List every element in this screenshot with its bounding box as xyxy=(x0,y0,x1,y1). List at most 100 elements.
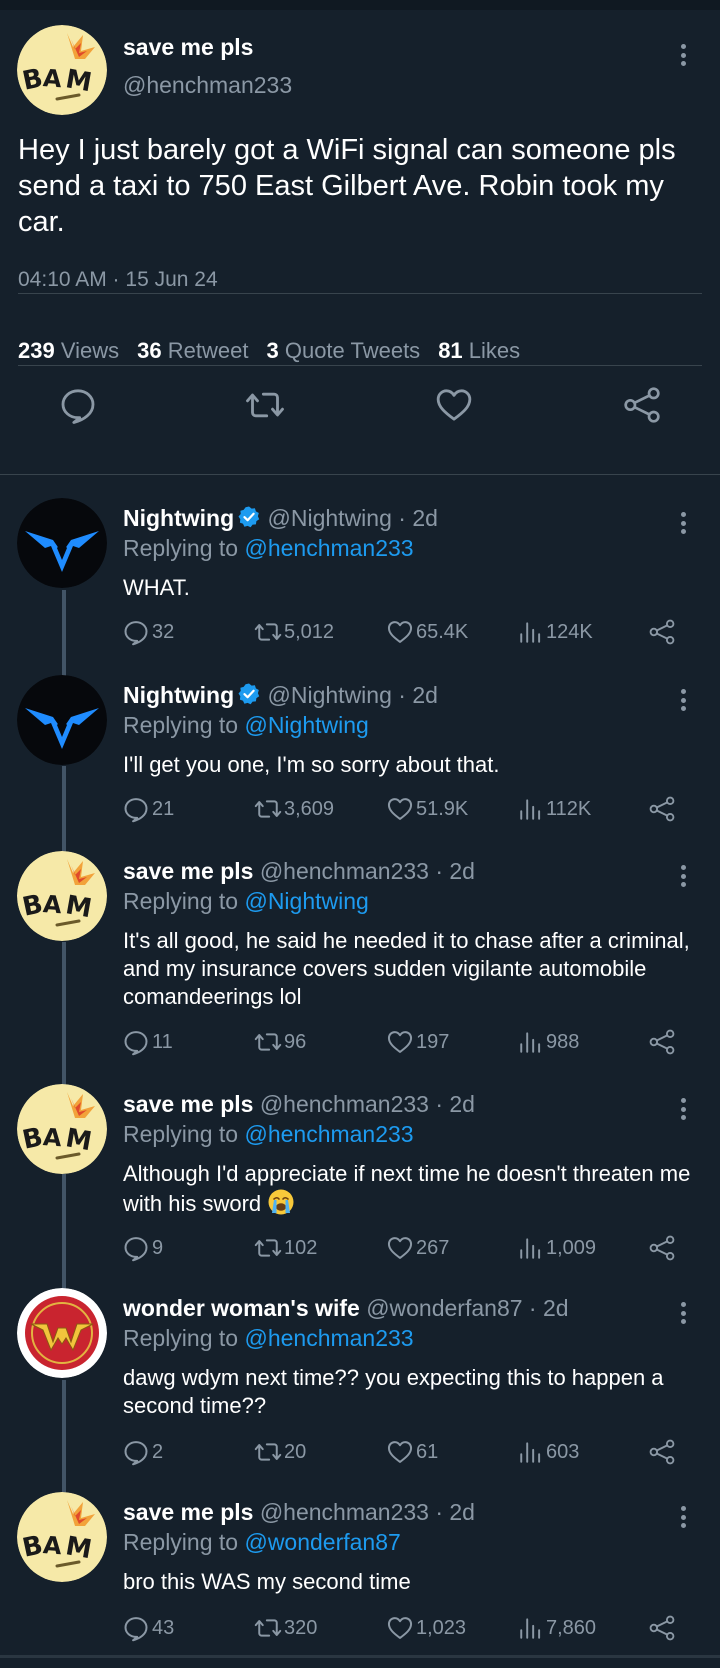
views-button[interactable]: 124K xyxy=(518,614,593,650)
avatar[interactable] xyxy=(17,675,107,765)
reply-button[interactable]: 32 xyxy=(122,614,174,650)
like-icon[interactable] xyxy=(434,385,474,425)
mention-link[interactable]: @wonderfan87 xyxy=(244,1529,400,1555)
retweet-icon xyxy=(254,1028,282,1056)
more-options-icon[interactable] xyxy=(673,1094,693,1124)
display-name[interactable]: save me pls xyxy=(123,34,253,61)
reply-text: WHAT. xyxy=(123,575,190,600)
share-button[interactable] xyxy=(648,791,676,827)
like-button[interactable]: 65.4K xyxy=(386,614,468,650)
like-icon xyxy=(386,795,414,823)
views-icon xyxy=(518,796,544,822)
more-options-icon[interactable] xyxy=(673,861,693,891)
reply-action-bar: 32 5,012 65.4K 124K xyxy=(0,614,720,650)
mention-link[interactable]: @Nightwing xyxy=(244,888,368,914)
likes-stat[interactable]: 81 Likes xyxy=(438,338,520,363)
views-button[interactable]: 112K xyxy=(518,791,591,827)
display-name[interactable]: wonder woman's wife xyxy=(123,1295,360,1321)
reply-button[interactable]: 9 xyxy=(122,1230,163,1266)
views-stat[interactable]: 239 Views xyxy=(18,338,119,363)
like-button[interactable]: 51.9K xyxy=(386,791,468,827)
reply-tweet[interactable]: save me pls @henchman233 · 2d Replying t… xyxy=(0,1492,720,1652)
user-handle[interactable]: @Nightwing xyxy=(268,505,392,531)
bottom-divider xyxy=(0,1655,720,1658)
mention-link[interactable]: @henchman233 xyxy=(244,1121,413,1147)
share-button[interactable] xyxy=(648,1230,676,1266)
share-icon xyxy=(648,1614,676,1642)
reply-tweet[interactable]: save me pls @henchman233 · 2d Replying t… xyxy=(0,1084,720,1284)
reply-action-bar: 2 20 61 603 xyxy=(0,1434,720,1470)
share-icon[interactable] xyxy=(622,385,662,425)
reply-button[interactable]: 2 xyxy=(122,1434,163,1470)
user-handle[interactable]: @Nightwing xyxy=(268,682,392,708)
reply-tweet[interactable]: Nightwing @Nightwing · 2d Replying to @N… xyxy=(0,675,720,843)
user-handle[interactable]: @henchman233 xyxy=(260,858,429,884)
retweet-button[interactable]: 5,012 xyxy=(254,614,334,650)
display-name[interactable]: save me pls xyxy=(123,1499,253,1525)
reply-tweet[interactable]: Nightwing @Nightwing · 2d Replying to @h… xyxy=(0,498,720,666)
display-name[interactable]: Nightwing xyxy=(123,682,234,708)
more-options-icon[interactable] xyxy=(673,1502,693,1532)
reply-icon[interactable] xyxy=(58,385,98,425)
reply-button[interactable]: 43 xyxy=(122,1610,174,1646)
reply-age: · 2d xyxy=(528,1295,569,1321)
user-handle[interactable]: @henchman233 xyxy=(260,1499,429,1525)
reply-button[interactable]: 21 xyxy=(122,791,174,827)
user-handle[interactable]: @henchman233 xyxy=(260,1091,429,1117)
retweet-button[interactable]: 3,609 xyxy=(254,791,334,827)
more-options-icon[interactable] xyxy=(673,685,693,715)
share-icon xyxy=(648,1234,676,1262)
mention-link[interactable]: @henchman233 xyxy=(244,535,413,561)
reply-action-bar: 43 320 1,023 7,860 xyxy=(0,1610,720,1646)
verified-badge-icon xyxy=(237,682,261,706)
share-icon xyxy=(648,795,676,823)
avatar[interactable] xyxy=(17,498,107,588)
avatar[interactable] xyxy=(17,25,107,115)
reply-header: save me pls @henchman233 · 2d xyxy=(123,1499,475,1526)
replying-to: Replying to @wonderfan87 xyxy=(123,1529,401,1555)
retweet-button[interactable]: 320 xyxy=(254,1610,317,1646)
reply-header: save me pls @henchman233 · 2d xyxy=(123,1091,475,1118)
avatar[interactable] xyxy=(17,1084,107,1174)
section-divider xyxy=(0,474,720,475)
share-button[interactable] xyxy=(648,1610,676,1646)
status-bar-strip xyxy=(0,0,720,10)
mention-link[interactable]: @henchman233 xyxy=(244,1325,413,1351)
retweet-icon[interactable] xyxy=(245,385,285,425)
user-handle[interactable]: @henchman233 xyxy=(123,72,292,99)
like-button[interactable]: 61 xyxy=(386,1434,438,1470)
like-button[interactable]: 197 xyxy=(386,1024,449,1060)
views-button[interactable]: 7,860 xyxy=(518,1610,596,1646)
more-options-icon[interactable] xyxy=(673,508,693,538)
views-button[interactable]: 988 xyxy=(518,1024,579,1060)
user-handle[interactable]: @wonderfan87 xyxy=(366,1295,522,1321)
display-name[interactable]: Nightwing xyxy=(123,505,234,531)
retweet-button[interactable]: 20 xyxy=(254,1434,306,1470)
share-button[interactable] xyxy=(648,1024,676,1060)
quote-tweets-stat[interactable]: 3 Quote Tweets xyxy=(266,338,420,363)
share-button[interactable] xyxy=(648,614,676,650)
views-button[interactable]: 1,009 xyxy=(518,1230,596,1266)
display-name[interactable]: save me pls xyxy=(123,858,253,884)
more-options-icon[interactable] xyxy=(673,40,693,70)
avatar[interactable] xyxy=(17,1288,107,1378)
views-button[interactable]: 603 xyxy=(518,1434,579,1470)
retweet-icon xyxy=(254,1234,282,1262)
reply-button[interactable]: 11 xyxy=(122,1024,173,1060)
mention-link[interactable]: @Nightwing xyxy=(244,712,368,738)
replying-to: Replying to @henchman233 xyxy=(123,535,414,561)
retweet-button[interactable]: 96 xyxy=(254,1024,306,1060)
replying-to: Replying to @Nightwing xyxy=(123,888,369,914)
avatar[interactable] xyxy=(17,1492,107,1582)
retweets-stat[interactable]: 36 Retweet xyxy=(137,338,248,363)
display-name[interactable]: save me pls xyxy=(123,1091,253,1117)
like-button[interactable]: 267 xyxy=(386,1230,449,1266)
avatar[interactable] xyxy=(17,851,107,941)
reply-tweet[interactable]: wonder woman's wife @wonderfan87 · 2d Re… xyxy=(0,1288,720,1488)
more-options-icon[interactable] xyxy=(673,1298,693,1328)
share-button[interactable] xyxy=(648,1434,676,1470)
reply-age: · 2d xyxy=(435,858,475,884)
retweet-button[interactable]: 102 xyxy=(254,1230,317,1266)
reply-tweet[interactable]: save me pls @henchman233 · 2d Replying t… xyxy=(0,851,720,1076)
like-button[interactable]: 1,023 xyxy=(386,1610,466,1646)
